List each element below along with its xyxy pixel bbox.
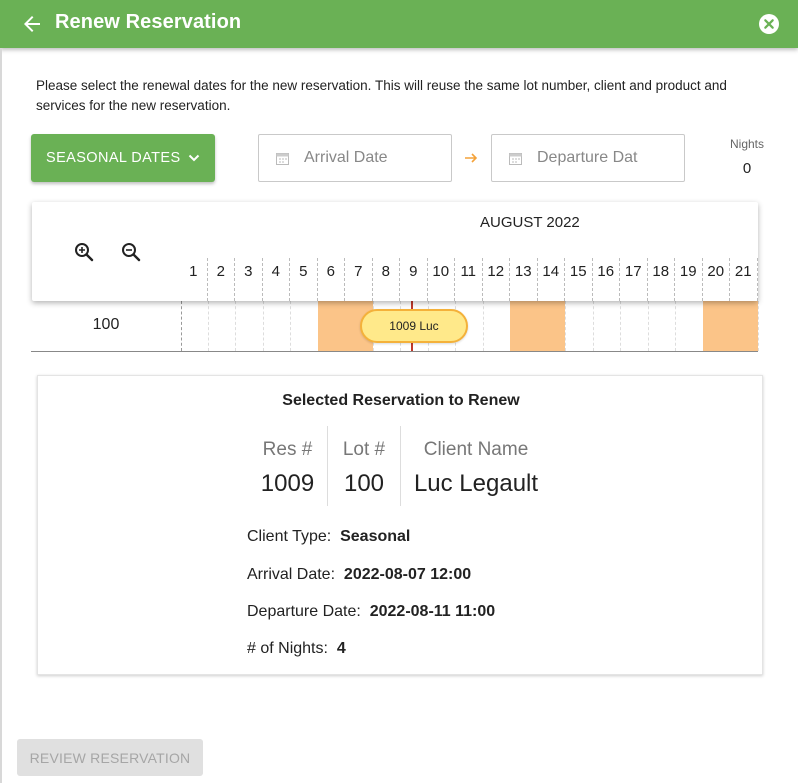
res-number-header: Res # xyxy=(262,439,313,460)
lot-number-column: Lot # 100 xyxy=(328,426,401,506)
day-header-cell: 7 xyxy=(345,258,373,301)
arrow-right-icon xyxy=(463,151,479,165)
timeline-header: AUGUST 2022 1 2 3 4 5 6 7 8 9 10 11 12 13 14 15 16 17 18 1… xyxy=(32,202,758,301)
weekend-cell xyxy=(317,301,345,351)
departure-date-row: Departure Date: 2022-08-11 11:00 xyxy=(247,603,495,621)
day-header-cell: 12 xyxy=(483,258,510,301)
client-type-value: Seasonal xyxy=(340,528,411,545)
nights-count-value: 4 xyxy=(336,640,346,657)
timeline-month-label: AUGUST 2022 xyxy=(480,214,580,231)
seasonal-dates-button[interactable]: SEASONAL DATES xyxy=(31,134,215,182)
arrival-date-value: 2022-08-07 12:00 xyxy=(343,566,472,583)
day-header-cell: 14 xyxy=(538,258,565,301)
day-header-cell: 11 xyxy=(455,258,483,301)
day-header-cell: 21 xyxy=(730,258,758,301)
grid-line xyxy=(262,301,264,351)
client-type-label: Client Type: xyxy=(247,528,332,545)
day-header-cell: 1 xyxy=(180,258,208,301)
day-header-cell: 4 xyxy=(263,258,290,301)
departure-date-value: 2022-08-11 11:00 xyxy=(369,603,496,620)
day-header-cell: 3 xyxy=(235,258,263,301)
day-header-cell: 18 xyxy=(648,258,675,301)
client-name-value: Luc Legault xyxy=(413,470,539,497)
seasonal-dates-label: SEASONAL DATES xyxy=(46,150,181,166)
res-number-value: 1009 xyxy=(260,470,315,497)
lot-label: 100 xyxy=(92,316,120,333)
grid-line xyxy=(620,301,621,351)
nights-value: 0 xyxy=(742,160,752,177)
weekend-cell xyxy=(730,301,758,351)
lot-number-header: Lot # xyxy=(342,439,386,460)
day-header-cell: 19 xyxy=(675,258,703,301)
departure-date-placeholder: Departure Dat xyxy=(537,149,638,166)
nights-count-label: # of Nights: xyxy=(247,640,328,657)
review-reservation-label: REVIEW RESERVATION xyxy=(29,749,191,766)
nights-row: # of Nights: 4 xyxy=(247,640,346,658)
arrival-date-row: Arrival Date: 2022-08-07 12:00 xyxy=(247,566,471,584)
day-header-cell: 5 xyxy=(290,258,318,301)
grid-line xyxy=(207,301,209,351)
nights-label: Nights xyxy=(729,137,764,151)
client-name-header: Client Name xyxy=(423,439,529,460)
grid-line xyxy=(757,301,759,351)
departure-date-label: Departure Date: xyxy=(247,603,361,620)
day-header-cell: 13 xyxy=(510,258,538,301)
selected-reservation-card: Selected Reservation to Renew Res # 1009… xyxy=(37,375,763,675)
day-header-cell: 16 xyxy=(593,258,620,301)
zoom-out-icon[interactable] xyxy=(121,242,141,262)
lot-number-value: 100 xyxy=(343,470,385,497)
weekend-cell xyxy=(510,301,538,351)
reservation-bar-label: 1009 Luc xyxy=(389,319,439,333)
arrival-date-placeholder: Arrival Date xyxy=(304,149,388,166)
grid-line xyxy=(565,301,566,351)
day-header-cell: 6 xyxy=(318,258,345,301)
arrival-date-label: Arrival Date: xyxy=(247,566,336,583)
grid-divider xyxy=(181,301,182,351)
selected-reservation-title: Selected Reservation to Renew xyxy=(282,392,520,409)
calendar-icon xyxy=(276,152,289,165)
dialog-title: Renew Reservation xyxy=(55,11,242,33)
grid-line xyxy=(235,301,236,351)
day-header-cell: 10 xyxy=(428,258,455,301)
grid-line xyxy=(647,301,649,351)
res-number-column: Res # 1009 xyxy=(248,426,328,506)
dialog-header: Renew Reservation xyxy=(0,0,798,48)
day-header-cell: 8 xyxy=(373,258,400,301)
close-icon[interactable] xyxy=(759,14,779,34)
grid-line xyxy=(290,301,291,351)
calendar-icon xyxy=(509,152,522,165)
client-name-column: Client Name Luc Legault xyxy=(401,426,551,506)
weekend-cell xyxy=(702,301,730,351)
client-type-row: Client Type: Seasonal xyxy=(247,528,410,546)
reservation-bar[interactable]: 1009 Luc xyxy=(360,309,468,343)
zoom-in-icon[interactable] xyxy=(74,242,94,262)
chevron-down-icon xyxy=(187,151,201,165)
departure-date-field[interactable]: Departure Dat xyxy=(491,134,685,182)
grid-line xyxy=(675,301,676,351)
day-header-cell: 17 xyxy=(620,258,648,301)
instructions-text: Please select the renewal dates for the … xyxy=(36,78,727,113)
day-header-cell: 2 xyxy=(208,258,235,301)
timeline-lot-row: 100 1009 Luc xyxy=(31,301,759,352)
grid-line xyxy=(592,301,594,351)
day-header-cell: 9 xyxy=(400,258,428,301)
weekend-cell xyxy=(537,301,565,351)
review-reservation-button[interactable]: REVIEW RESERVATION xyxy=(17,739,203,776)
grid-line xyxy=(482,301,484,351)
dialog-left-border xyxy=(0,48,2,783)
day-header-cell: 20 xyxy=(703,258,730,301)
arrival-date-field[interactable]: Arrival Date xyxy=(258,134,452,182)
day-header-cell: 15 xyxy=(565,258,593,301)
arrow-left-icon[interactable] xyxy=(20,12,44,36)
